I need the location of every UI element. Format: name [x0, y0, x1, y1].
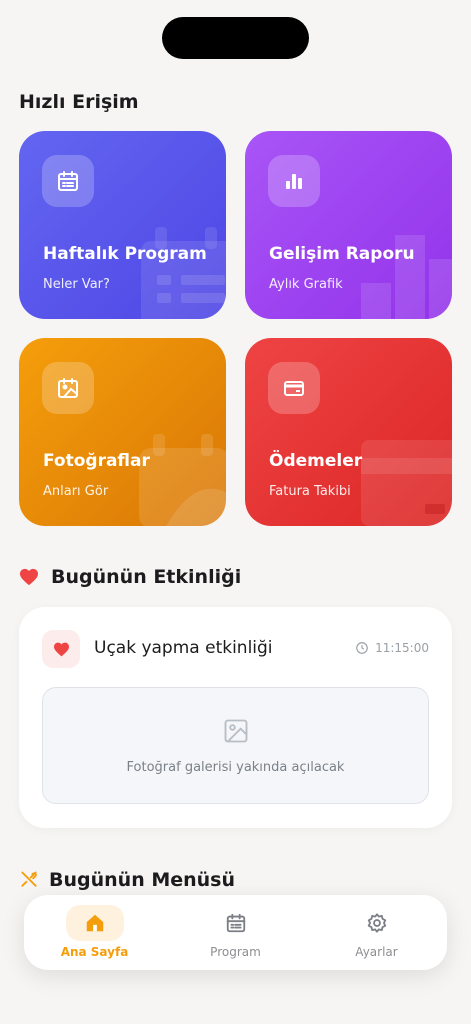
- home-icon-wrap: [65, 905, 124, 941]
- home-icon: [86, 914, 103, 932]
- calendar-icon: [58, 171, 78, 191]
- credit-card-icon-box: [268, 362, 320, 414]
- clock-icon: [356, 642, 368, 654]
- tab-settings[interactable]: Ayarlar: [306, 895, 447, 970]
- photo-icon-box: [42, 362, 94, 414]
- calendar-icon: [226, 913, 245, 933]
- activity-name: Uçak yapma etkinliği: [94, 638, 273, 658]
- device-notch: [162, 17, 309, 59]
- photo-watermark-icon: [139, 434, 226, 526]
- photos-title: Fotoğraflar: [43, 451, 150, 471]
- tab-home[interactable]: Ana Sayfa: [24, 895, 165, 970]
- today-menu-header: Bugünün Menüsü: [19, 869, 235, 891]
- weekly-program-card[interactable]: Haftalık Program Neler Var?: [19, 131, 226, 319]
- photo-gallery-placeholder: Fotoğraf galerisi yakında açılacak: [42, 687, 429, 804]
- activity-heart-icon-box: [42, 630, 80, 668]
- photo-icon: [58, 378, 78, 398]
- settings-icon-wrap: [348, 905, 406, 941]
- today-activity-title: Bugünün Etkinliği: [51, 566, 242, 588]
- credit-card-watermark-icon: [361, 440, 452, 526]
- gear-icon: [367, 913, 386, 933]
- photos-card[interactable]: Fotoğraflar Anları Gör: [19, 338, 226, 526]
- payments-subtitle: Fatura Takibi: [269, 484, 351, 499]
- heart-icon: [53, 642, 69, 656]
- photos-subtitle: Anları Gör: [43, 484, 109, 499]
- quick-access-title: Hızlı Erişim: [19, 91, 139, 113]
- image-icon: [224, 719, 248, 743]
- activity-time-value: 11:15:00: [375, 641, 429, 655]
- tab-program[interactable]: Program: [165, 895, 306, 970]
- program-icon-wrap: [207, 905, 265, 941]
- today-menu-title: Bugünün Menüsü: [49, 869, 236, 891]
- weekly-program-subtitle: Neler Var?: [43, 277, 110, 292]
- payments-card[interactable]: Ödemeler Fatura Takibi: [245, 338, 452, 526]
- progress-report-title: Gelişim Raporu: [269, 244, 415, 264]
- bar-chart-icon: [286, 174, 302, 189]
- calendar-watermark-icon: [141, 227, 226, 319]
- tab-settings-label: Ayarlar: [355, 945, 398, 959]
- gallery-coming-soon-text: Fotoğraf galerisi yakında açılacak: [126, 760, 345, 775]
- credit-card-icon: [284, 381, 304, 396]
- progress-report-card[interactable]: Gelişim Raporu Aylık Grafik: [245, 131, 452, 319]
- today-activity-header: Bugünün Etkinliği: [19, 566, 241, 588]
- progress-report-subtitle: Aylık Grafik: [269, 277, 343, 292]
- utensils-icon: [21, 871, 37, 887]
- tab-program-label: Program: [210, 945, 261, 959]
- heart-icon: [20, 568, 38, 586]
- activity-card[interactable]: Uçak yapma etkinliği 11:15:00 Fotoğraf g…: [19, 607, 452, 828]
- calendar-icon-box: [42, 155, 94, 207]
- payments-title: Ödemeler: [269, 451, 363, 471]
- weekly-program-title: Haftalık Program: [43, 244, 207, 264]
- tab-home-label: Ana Sayfa: [60, 945, 129, 959]
- bar-chart-icon-box: [268, 155, 320, 207]
- bottom-tab-bar: Ana Sayfa Program Ayarlar: [24, 895, 447, 970]
- activity-time: 11:15:00: [355, 641, 429, 655]
